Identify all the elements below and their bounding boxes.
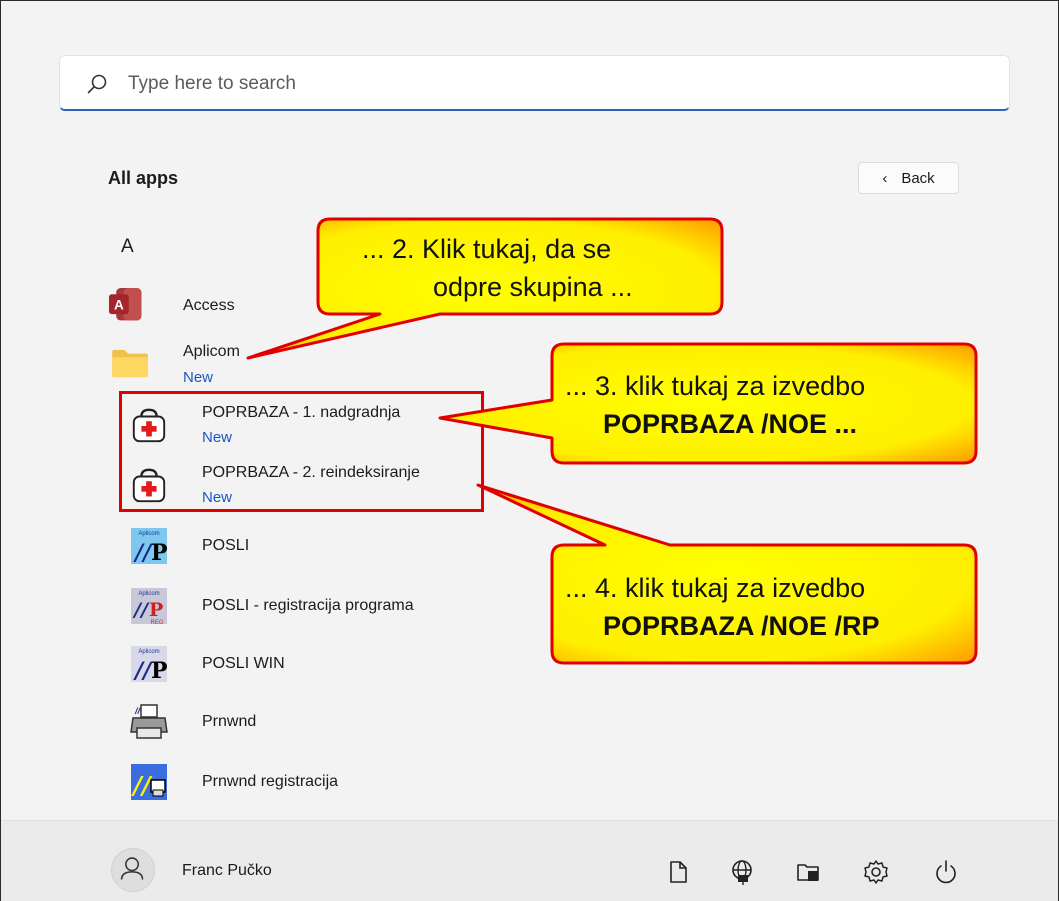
app-item-prnwnd[interactable]: // Prnwnd (125, 700, 625, 744)
page-title: All apps (108, 168, 179, 188)
network-icon[interactable] (728, 858, 756, 886)
settings-icon[interactable] (862, 858, 890, 886)
user-name[interactable]: Franc Pučko (182, 862, 272, 880)
search-icon (87, 74, 107, 94)
app-folder-aplicom[interactable]: Aplicom New (100, 340, 800, 390)
app-item-posli-win[interactable]: Aplicom // P POSLI WIN (125, 642, 625, 686)
group-letter[interactable]: A (121, 236, 134, 258)
app-name: Aplicom (183, 343, 240, 360)
highlight-box (119, 391, 484, 512)
start-footer (1, 820, 1058, 901)
app-name: POSLI WIN (202, 655, 285, 672)
new-badge: New (183, 369, 214, 386)
svg-text:P: P (149, 599, 163, 621)
app-item-prnwnd-registracija[interactable]: // Prnwnd registracija (125, 760, 625, 804)
app-name: POSLI (202, 537, 250, 554)
svg-text://: // (132, 599, 150, 621)
back-button[interactable]: ‹ Back (858, 162, 959, 194)
reg-label: REG (150, 620, 163, 626)
posli-app-icon: Aplicom // P (131, 528, 168, 566)
svg-text:P: P (151, 540, 168, 566)
document-icon[interactable] (664, 858, 692, 886)
aplicom-label: Aplicom (138, 531, 159, 537)
aplicom-label: Aplicom (138, 649, 159, 655)
aplicom-label: Aplicom (138, 591, 159, 597)
search-input[interactable] (126, 68, 990, 100)
app-name: Access (183, 297, 235, 314)
chevron-left-icon: ‹ (882, 169, 888, 187)
app-name: Prnwnd (202, 713, 257, 730)
svg-text://: // (131, 771, 153, 800)
svg-text:P: P (151, 658, 168, 684)
file-explorer-icon[interactable] (794, 858, 822, 886)
svg-text:A: A (114, 298, 124, 313)
posli-win-app-icon: Aplicom // P (131, 646, 168, 684)
app-name: Prnwnd registracija (202, 773, 339, 790)
avatar[interactable] (111, 848, 155, 892)
app-item-access[interactable]: A Access (100, 284, 800, 328)
posli-reg-app-icon: Aplicom // P REG (131, 588, 167, 626)
app-name: POSLI - registracija programa (202, 597, 414, 614)
printer-icon: // (130, 704, 168, 739)
power-icon[interactable] (932, 858, 960, 886)
access-icon: A (109, 288, 142, 321)
printer-reg-icon: // (131, 764, 167, 800)
app-item-posli-registracija[interactable]: Aplicom // P REG POSLI - registracija pr… (125, 584, 625, 628)
app-item-posli[interactable]: Aplicom // P POSLI (125, 524, 625, 568)
user-icon (120, 857, 144, 880)
back-label: Back (901, 169, 935, 187)
search-box[interactable] (59, 55, 1010, 111)
folder-icon (112, 349, 148, 378)
